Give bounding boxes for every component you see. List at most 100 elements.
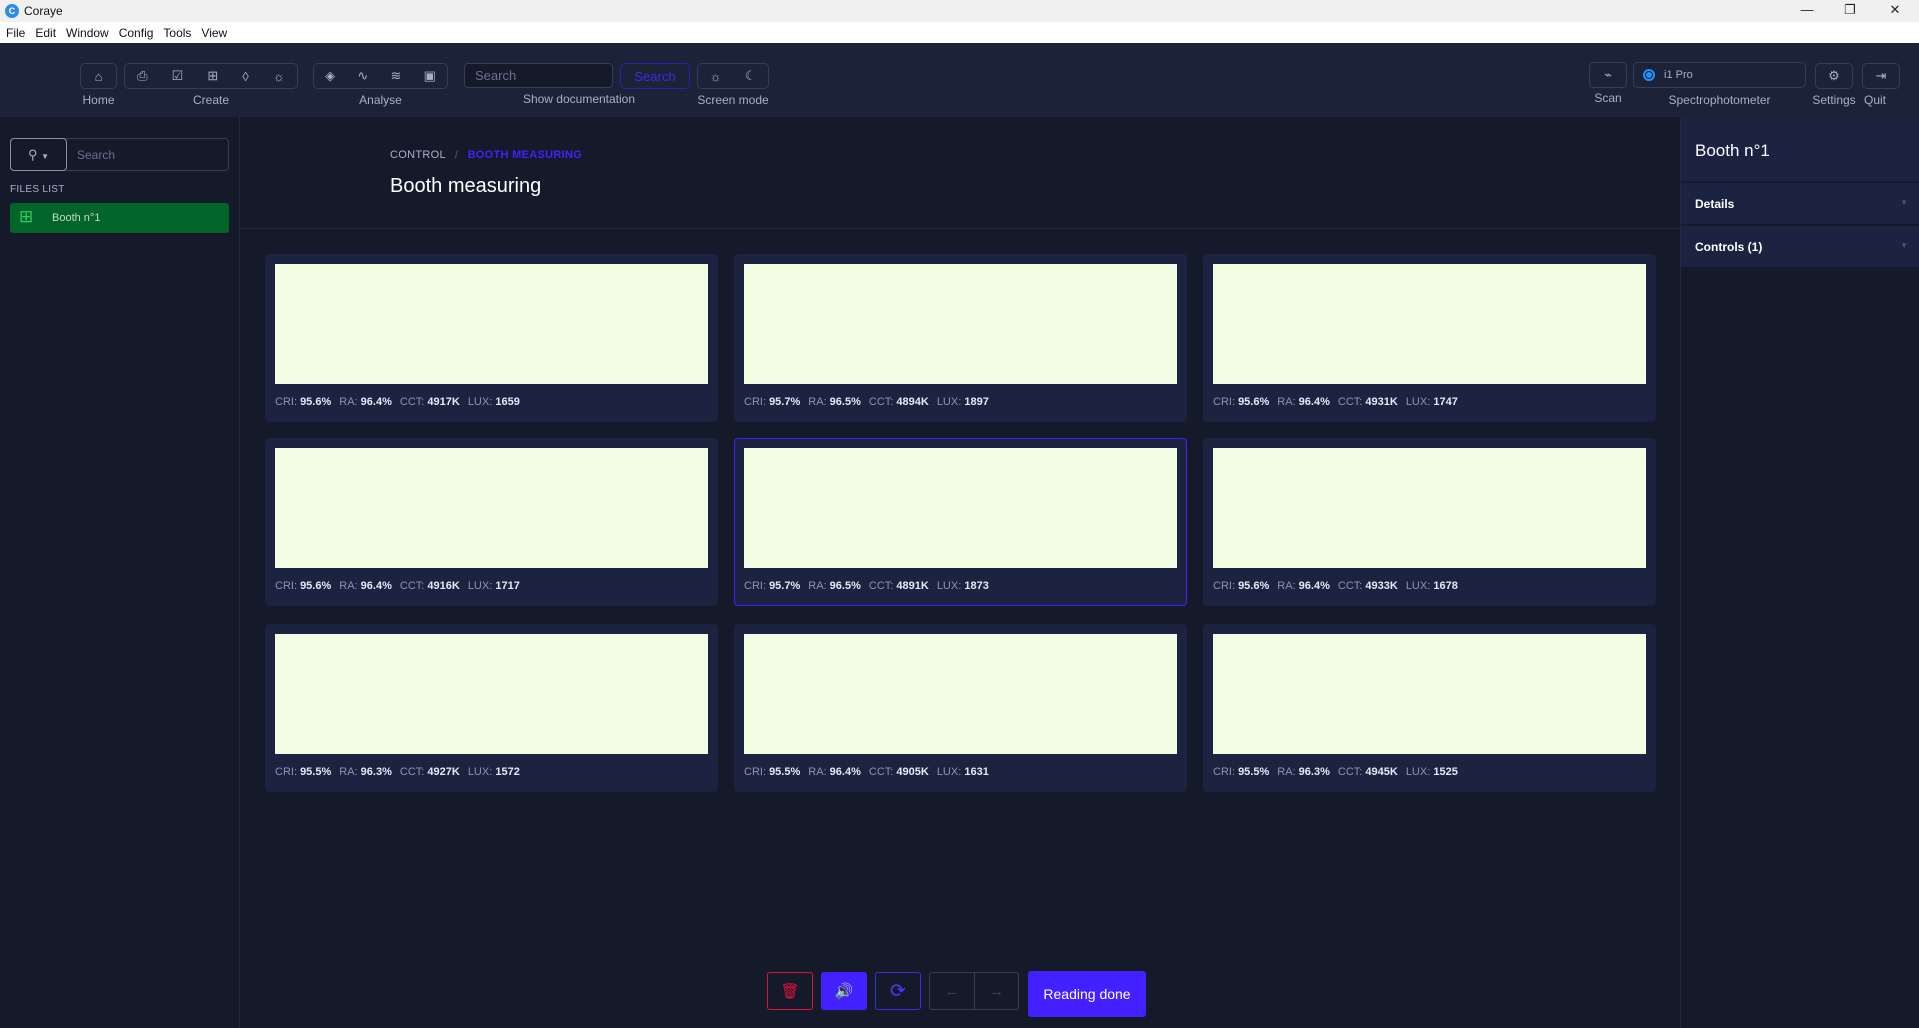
details-section[interactable]: Details ▼ (1681, 183, 1919, 226)
trash-icon: 🗑 (780, 983, 800, 1000)
chevron-down-icon: ▼ (1900, 198, 1908, 207)
drop-icon[interactable]: ◊ (242, 69, 248, 84)
lux-label: LUX: (936, 580, 962, 592)
measurement-card[interactable]: CRI: 95.6% RA: 96.4% CCT: 4917K LUX: 1659 (265, 254, 718, 422)
cri-value: 95.6% (300, 580, 332, 592)
reading-done-button[interactable]: Reading done (1028, 971, 1146, 1017)
breadcrumb-separator: / (454, 149, 459, 161)
cct-value: 4917K (427, 396, 460, 408)
lux-value: 1631 (964, 766, 989, 778)
cct-label: CCT: (1337, 766, 1363, 778)
sound-button[interactable]: 🔊 (821, 972, 867, 1010)
file-search: ⚲ ▼ Search (10, 138, 229, 171)
color-swatch (275, 264, 708, 384)
measurement-card[interactable]: CRI: 95.5% RA: 96.3% CCT: 4945K LUX: 1525 (1203, 624, 1656, 792)
cri-label: CRI: (275, 396, 297, 408)
analyse-group: ◈ ∿ ≋ ▣ (313, 63, 448, 89)
cri-label: CRI: (275, 580, 297, 592)
measurement-card[interactable]: CRI: 95.7% RA: 96.5% CCT: 4891K LUX: 1873 (734, 438, 1187, 606)
gamut-icon[interactable]: ◈ (325, 68, 335, 84)
radio-selected-icon (1643, 69, 1655, 81)
light-mode-icon[interactable]: ☼ (710, 69, 722, 84)
wifi-off-icon: ⌁ (1604, 67, 1612, 82)
ra-value: 96.4% (1298, 396, 1330, 408)
menu-edit[interactable]: Edit (35, 26, 56, 40)
cri-value: 95.5% (1238, 766, 1270, 778)
measurement-card[interactable]: CRI: 95.6% RA: 96.4% CCT: 4933K LUX: 1678 (1203, 438, 1656, 606)
cct-label: CCT: (1337, 396, 1363, 408)
grid-icon[interactable]: ⊞ (207, 68, 218, 84)
color-swatch (1213, 634, 1646, 754)
screen-mode-group: ☼ ☾ (697, 63, 769, 89)
show-documentation-label[interactable]: Show documentation (464, 92, 694, 106)
sun-icon[interactable]: ☼ (273, 69, 285, 84)
quit-button[interactable]: ⇥ (1862, 63, 1900, 89)
file-item-label: Booth n°1 (52, 212, 101, 224)
image-icon[interactable]: ▣ (424, 68, 436, 84)
file-item-booth-1[interactable]: ⊞ Booth n°1 (10, 203, 229, 233)
app-logo-icon: C (5, 4, 19, 18)
measurement-card[interactable]: CRI: 95.6% RA: 96.4% CCT: 4931K LUX: 1747 (1203, 254, 1656, 422)
cri-label: CRI: (1213, 580, 1235, 592)
file-search-input[interactable]: Search (77, 148, 115, 162)
controls-section[interactable]: Controls (1) ▼ (1681, 226, 1919, 269)
doc-search-input[interactable]: Search (464, 63, 613, 88)
arrow-left-icon: ← (944, 982, 960, 1000)
menu-tools[interactable]: Tools (163, 26, 191, 40)
home-button[interactable]: ⌂ (80, 63, 117, 89)
measurement-caption: CRI: 95.6% RA: 96.4% CCT: 4917K LUX: 1659 (275, 396, 528, 408)
settings-button[interactable]: ⚙ (1815, 63, 1853, 89)
refresh-button[interactable]: ⟳ (875, 972, 921, 1010)
cct-value: 4927K (427, 766, 460, 778)
measurement-card[interactable]: CRI: 95.5% RA: 96.3% CCT: 4927K LUX: 1572 (265, 624, 718, 792)
create-group: ⎙ ☑ ⊞ ◊ ☼ (124, 63, 298, 89)
chevron-down-icon: ▼ (41, 152, 50, 161)
measurement-card[interactable]: CRI: 95.6% RA: 96.4% CCT: 4916K LUX: 1717 (265, 438, 718, 606)
refresh-icon: ⟳ (890, 980, 906, 1002)
ra-label: RA: (1277, 396, 1296, 408)
restore-button[interactable]: ❐ (1835, 2, 1865, 18)
dark-mode-icon[interactable]: ☾ (745, 68, 757, 84)
measurement-caption: CRI: 95.5% RA: 96.4% CCT: 4905K LUX: 1631 (744, 766, 997, 778)
device-name: i1 Pro (1664, 69, 1693, 81)
measurement-caption: CRI: 95.5% RA: 96.3% CCT: 4927K LUX: 1572 (275, 766, 528, 778)
lux-value: 1747 (1433, 396, 1458, 408)
right-panel: Booth n°1 Details ▼ Controls (1) ▼ (1680, 117, 1919, 1028)
breadcrumb-control[interactable]: CONTROL (390, 149, 445, 161)
cct-value: 4905K (896, 766, 929, 778)
search-filter-dropdown[interactable]: ⚲ ▼ (10, 138, 67, 171)
menu-file[interactable]: File (6, 26, 25, 40)
cct-label: CCT: (399, 580, 425, 592)
cct-label: CCT: (399, 766, 425, 778)
menu-window[interactable]: Window (66, 26, 109, 40)
cct-value: 4894K (896, 396, 929, 408)
next-button[interactable]: → (974, 972, 1019, 1010)
measurement-card[interactable]: CRI: 95.5% RA: 96.4% CCT: 4905K LUX: 1631 (734, 624, 1187, 792)
previous-button[interactable]: ← (929, 972, 974, 1010)
cct-label: CCT: (399, 396, 425, 408)
create-label: Create (192, 93, 230, 107)
cri-value: 95.6% (1238, 580, 1270, 592)
lux-label: LUX: (1405, 396, 1431, 408)
delete-button[interactable]: 🗑 (767, 972, 813, 1010)
layers-icon[interactable]: ≋ (390, 68, 401, 84)
lux-label: LUX: (467, 766, 493, 778)
doc-search-button[interactable]: Search (620, 63, 690, 89)
measurement-card[interactable]: CRI: 95.7% RA: 96.5% CCT: 4894K LUX: 1897 (734, 254, 1187, 422)
scan-button[interactable]: ⌁ (1589, 62, 1627, 88)
menu-view[interactable]: View (201, 26, 227, 40)
cri-value: 95.6% (1238, 396, 1270, 408)
ra-label: RA: (808, 580, 827, 592)
minimize-button[interactable]: — (1792, 2, 1822, 17)
lux-value: 1897 (964, 396, 989, 408)
device-selector[interactable]: i1 Pro (1633, 62, 1806, 88)
menu-config[interactable]: Config (119, 26, 154, 40)
checkbox-icon[interactable]: ☑ (172, 68, 184, 84)
cct-value: 4916K (427, 580, 460, 592)
color-swatch (744, 448, 1177, 568)
print-icon[interactable]: ⎙ (137, 68, 147, 84)
close-button[interactable]: ✕ (1880, 2, 1910, 18)
pulse-icon[interactable]: ∿ (357, 68, 368, 84)
cct-value: 4891K (896, 580, 929, 592)
panel-title-section: Booth n°1 (1681, 117, 1919, 183)
